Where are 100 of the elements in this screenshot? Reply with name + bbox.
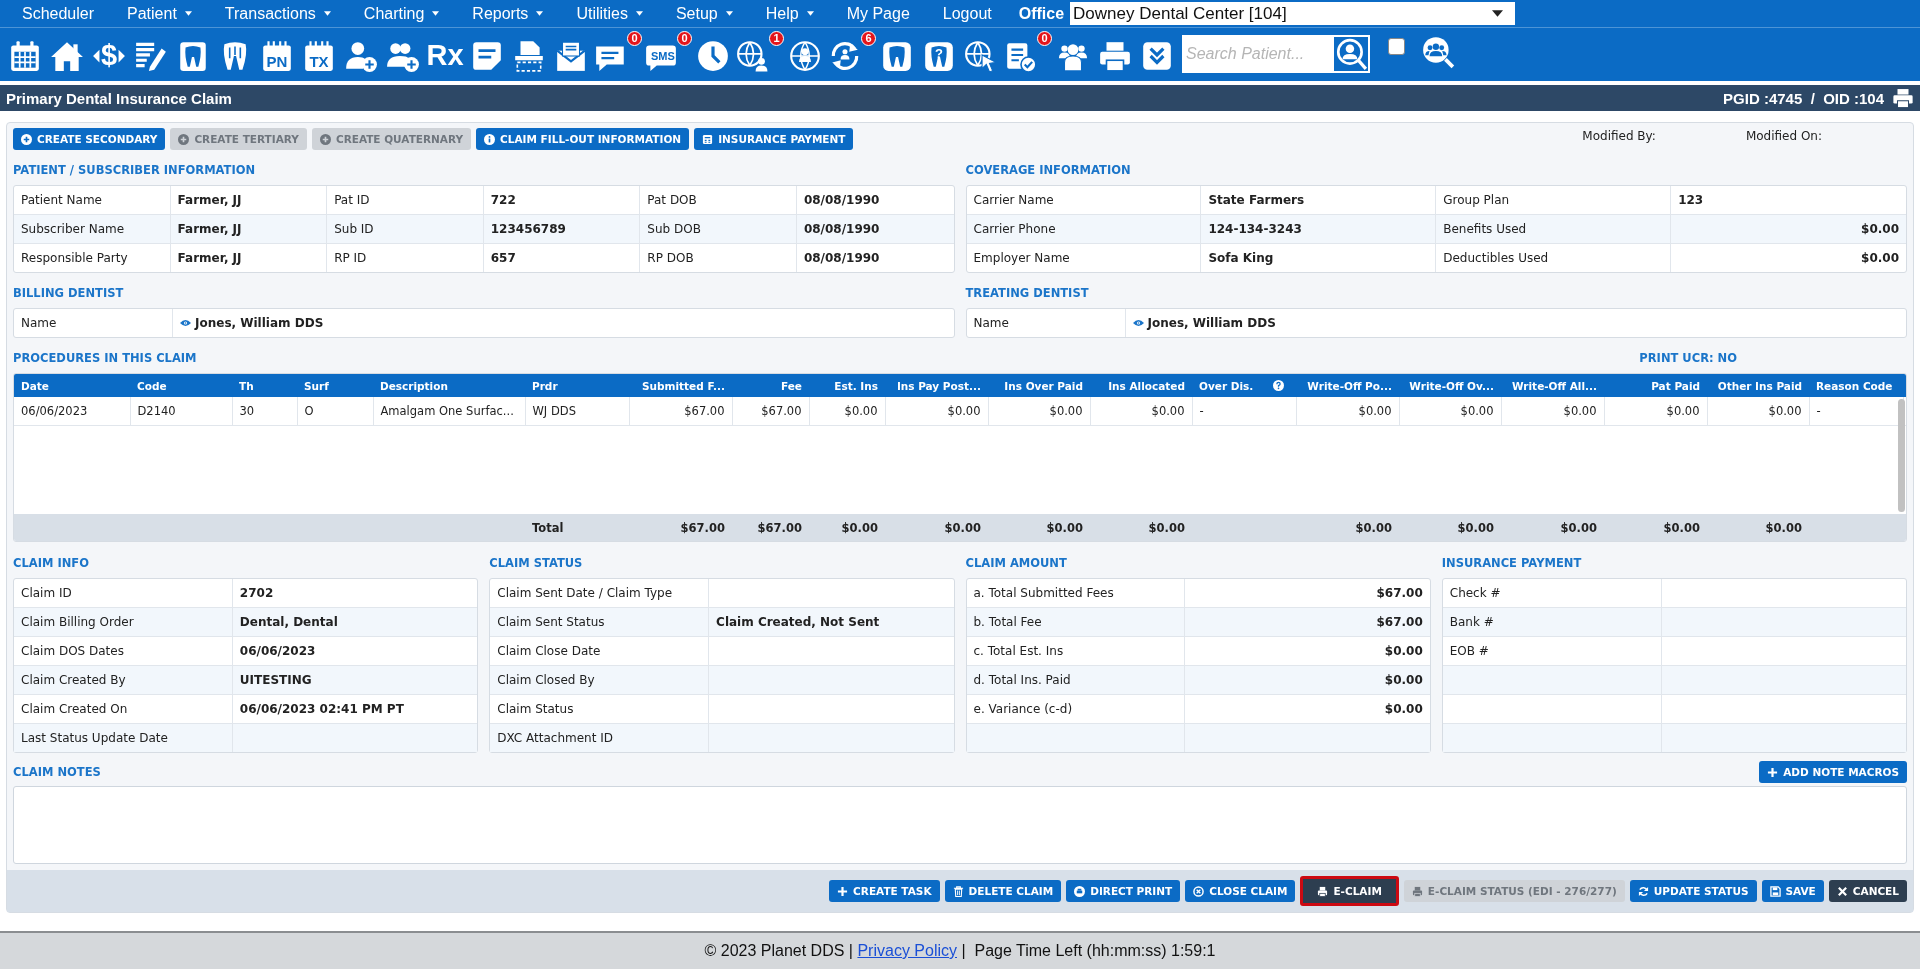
create-secondary-button[interactable]: CREATE SECONDARY xyxy=(13,128,166,150)
print-icon xyxy=(1074,885,1086,897)
close-claim-button[interactable]: CLOSE CLAIM xyxy=(1185,880,1296,902)
group-search-icon[interactable] xyxy=(1421,34,1455,69)
column-title: Over Dis. xyxy=(1199,379,1254,392)
prescription-icon[interactable]: Rx xyxy=(424,30,466,75)
menu-item[interactable]: Reports xyxy=(472,4,544,23)
page-title: Primary Dental Insurance Claim xyxy=(6,89,233,107)
field-label: Employer Name xyxy=(966,244,1202,272)
clock-icon[interactable] xyxy=(696,38,730,73)
checkbox[interactable] xyxy=(1388,38,1405,55)
save-button[interactable]: SAVE xyxy=(1761,880,1824,902)
help-icon[interactable] xyxy=(1273,380,1285,391)
field-label: Claim DOS Dates xyxy=(21,644,124,658)
globe-user-icon[interactable] xyxy=(736,38,770,73)
patient-search-icon[interactable] xyxy=(1334,36,1368,71)
plus-circle-icon xyxy=(21,133,32,145)
menu-item[interactable]: Help xyxy=(765,4,814,23)
globe-user-icon[interactable] xyxy=(788,38,822,73)
field-label: e. Variance (c-d) xyxy=(973,702,1073,716)
field-label: Claim Close Date xyxy=(497,644,601,658)
field-value: Farmer, JJ xyxy=(170,244,328,272)
caret-icon[interactable] xyxy=(1492,10,1504,17)
field-label: Responsible Party xyxy=(14,244,171,272)
field-value: 123456789 xyxy=(483,215,641,244)
scanner-icon[interactable] xyxy=(512,38,546,73)
caret-icon xyxy=(635,11,643,16)
add-note-macros-button[interactable]: ADD NOTE MACROS xyxy=(1759,761,1907,783)
total-cell: $0.00 xyxy=(841,520,878,535)
column-header: Write-Off All... xyxy=(1501,374,1604,397)
modified-on-label: Modified On: xyxy=(1745,129,1822,143)
scrollbar[interactable] xyxy=(1898,399,1905,512)
menu-item[interactable]: My Page xyxy=(846,4,910,23)
menu-item[interactable]: Scheduler xyxy=(22,4,95,23)
total-cell: $67.00 xyxy=(757,520,802,535)
insurance-payment-button[interactable]: INSURANCE PAYMENT xyxy=(694,128,854,150)
claim-notes-field[interactable] xyxy=(13,786,1907,864)
caret-icon xyxy=(432,11,440,16)
field-value: Dental, Dental xyxy=(239,615,338,629)
menu-item[interactable]: Transactions xyxy=(224,4,331,23)
patient-search-field[interactable]: Search Patient... xyxy=(1182,34,1334,73)
menu-item[interactable]: Utilities xyxy=(576,4,643,23)
table-cell: - xyxy=(1192,397,1296,426)
menu-item[interactable]: Charting xyxy=(363,4,440,23)
table-cell: $0.00 xyxy=(885,397,988,426)
field-value: 124-134-3243 xyxy=(1201,215,1437,244)
field-value: Farmer, JJ xyxy=(170,215,328,244)
claim-fill-out-button[interactable]: CLAIM FILL-OUT INFORMATION xyxy=(476,128,690,150)
table-cell: $0.00 xyxy=(1296,397,1399,426)
column-header: Surf xyxy=(297,374,373,397)
menu-item[interactable]: Logout xyxy=(942,4,992,23)
update-status-button[interactable]: UPDATE STATUS xyxy=(1629,880,1757,902)
close-circle-icon xyxy=(1193,885,1205,897)
field-value: UITESTING xyxy=(239,673,312,687)
eye-icon[interactable] xyxy=(180,319,191,327)
column-header: Th xyxy=(232,374,297,397)
calendar-icon[interactable] xyxy=(8,38,42,73)
menu-item[interactable]: Setup xyxy=(675,4,733,23)
delete-claim-button[interactable]: DELETE CLAIM xyxy=(944,880,1062,902)
table-cell: $0.00 xyxy=(988,397,1090,426)
field-value: 2702 xyxy=(239,586,274,600)
section-heading: CLAIM STATUS xyxy=(489,556,584,570)
privacy-policy-link[interactable]: Privacy Policy xyxy=(857,942,957,959)
table-cell: WJ DDS xyxy=(525,397,629,426)
field-label: Claim Created On xyxy=(21,702,128,716)
direct-print-button[interactable]: DIRECT PRINT xyxy=(1066,880,1181,902)
field-label: Name xyxy=(966,309,1126,337)
office-dropdown[interactable]: Downey Dental Center [104] xyxy=(1070,2,1516,25)
field-value: $0.00 xyxy=(1384,644,1423,658)
table-cell: $0.00 xyxy=(1604,397,1707,426)
search-box[interactable]: Search Patient... xyxy=(1182,34,1370,73)
info-icon xyxy=(484,133,496,145)
table-cell: Amalgam One Surfac... xyxy=(373,397,525,426)
field-value: $67.00 xyxy=(1376,586,1423,600)
column-header: Submitted F... xyxy=(629,374,732,397)
total-cell: $0.00 xyxy=(1765,520,1802,535)
notification-badge: 0 xyxy=(1037,30,1052,46)
field-value: 06/06/2023 02:41 PM PT xyxy=(239,702,404,716)
table-cell: 06/06/2023 xyxy=(14,397,130,426)
e-claim-button[interactable]: E-CLAIM xyxy=(1300,876,1399,906)
table-cell: $67.00 xyxy=(732,397,809,426)
create-task-button[interactable]: CREATE TASK xyxy=(829,880,940,902)
field-value: $0.00 xyxy=(1671,215,1906,244)
dentist-name: Jones, William DDS xyxy=(195,316,324,330)
eye-icon[interactable] xyxy=(1132,319,1144,327)
field-value: 08/08/1990 xyxy=(796,215,954,244)
total-cell: $0.00 xyxy=(1560,520,1597,535)
menu-item[interactable]: Patient xyxy=(127,4,192,23)
field-value: $0.00 xyxy=(1860,250,1900,267)
printer-icon[interactable] xyxy=(1892,87,1914,109)
column-header: Ins Pay Post... xyxy=(885,374,988,397)
modified-by-label: Modified By: xyxy=(1582,129,1656,143)
field-value: Claim Created, Not Sent xyxy=(716,615,880,629)
caret-icon xyxy=(806,11,814,16)
section-heading: BILLING DENTIST xyxy=(13,286,125,300)
globe-cursor-icon[interactable] xyxy=(964,38,998,73)
cancel-button[interactable]: CANCEL xyxy=(1828,880,1907,902)
total-cell: $0.00 xyxy=(1663,520,1700,535)
section-heading: CLAIM INFO xyxy=(13,556,90,570)
plus-icon xyxy=(1767,766,1779,778)
